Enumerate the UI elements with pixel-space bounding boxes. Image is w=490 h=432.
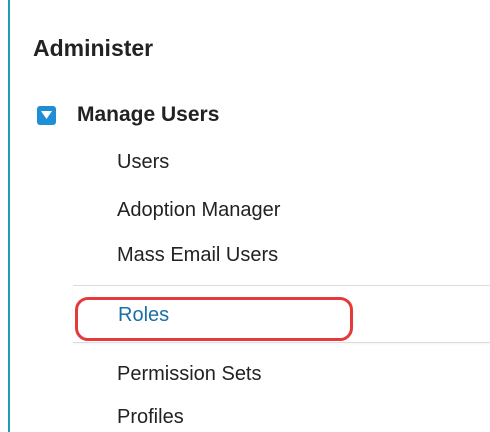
setup-sidebar: Administer Manage Users Users Adoption M… bbox=[0, 0, 490, 432]
manage-users-group-toggle[interactable]: Manage Users bbox=[37, 100, 219, 130]
group-label: Manage Users bbox=[77, 103, 220, 126]
nav-item-permission-sets[interactable]: Permission Sets bbox=[117, 361, 262, 387]
sidebar-left-border bbox=[8, 0, 10, 432]
section-title: Administer bbox=[33, 35, 154, 61]
nav-item-mass-email-users[interactable]: Mass Email Users bbox=[117, 242, 278, 268]
nav-item-roles[interactable]: Roles bbox=[118, 302, 169, 328]
expanded-toggle-icon[interactable] bbox=[37, 105, 56, 125]
nav-item-adoption-manager[interactable]: Adoption Manager bbox=[117, 197, 280, 223]
nav-item-profiles[interactable]: Profiles bbox=[117, 404, 184, 430]
nav-item-users[interactable]: Users bbox=[117, 149, 169, 175]
